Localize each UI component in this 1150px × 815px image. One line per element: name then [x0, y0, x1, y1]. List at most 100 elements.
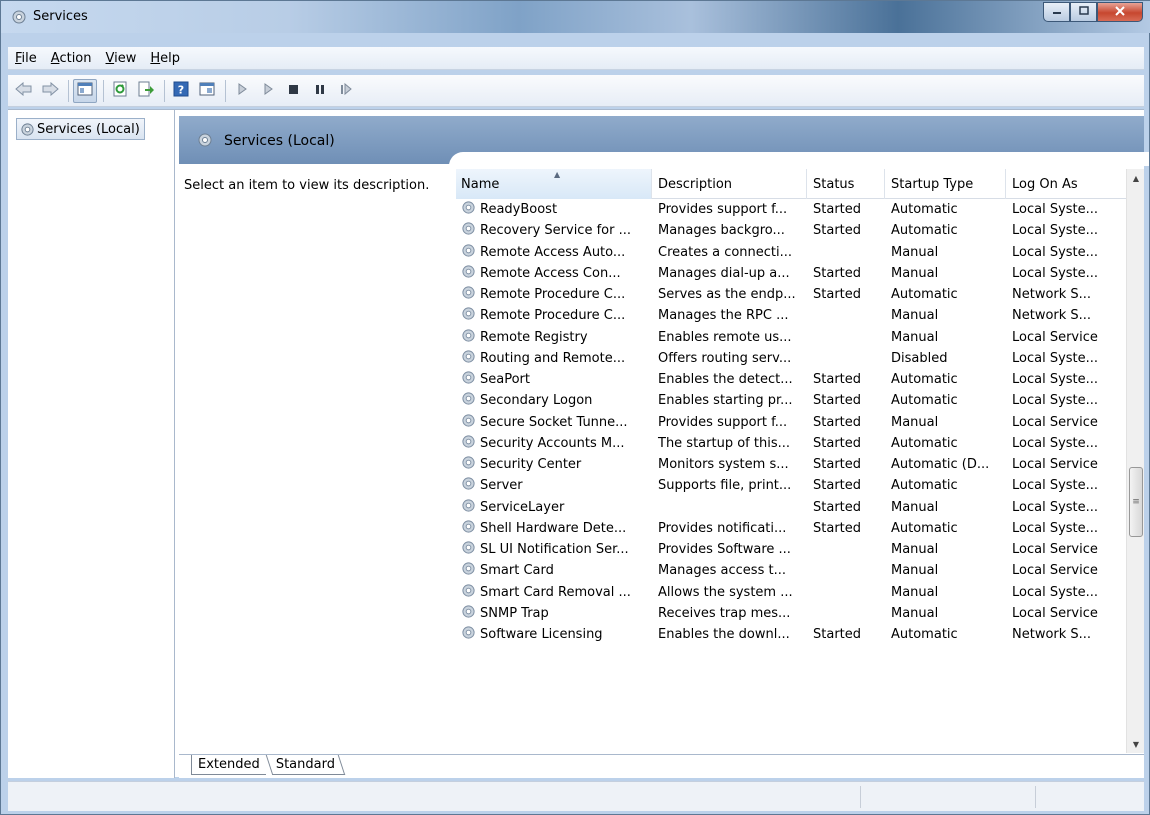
cell-log-on-as: Local Syste... [1012, 244, 1099, 260]
service-name: Remote Procedure C... [480, 287, 626, 303]
cell-log-on-as: Network S... [1012, 287, 1092, 303]
service-name: Remote Procedure C... [480, 308, 626, 324]
export-list-button[interactable] [134, 79, 158, 103]
refresh-icon [112, 81, 128, 101]
cell-status: Started [813, 393, 862, 409]
cell-name: Security Accounts M... [456, 434, 652, 453]
service-name: SL UI Notification Ser... [480, 542, 629, 558]
table-row[interactable]: Shell Hardware Dete... Provides notificat… [456, 518, 1126, 539]
grip-icon: ≡ [1132, 497, 1140, 507]
table-row[interactable]: Security Center Monitors system s... Start… [456, 454, 1126, 475]
scroll-up-button[interactable]: ▲ [1127, 169, 1145, 187]
column-header-status[interactable]: Status [807, 169, 885, 199]
cell-startup-type: Automatic [891, 627, 958, 643]
svg-text:?: ? [178, 83, 184, 96]
table-row[interactable]: Smart Card Manages access t... Manual Local… [456, 560, 1126, 581]
show-hide-tree-button[interactable] [73, 78, 97, 103]
table-row[interactable]: ReadyBoost Provides support f... Started Au… [456, 199, 1126, 220]
table-row[interactable]: Remote Access Auto... Creates a connecti.… [456, 242, 1126, 263]
column-header-name[interactable]: Name ▲ [456, 169, 652, 199]
toolbar-separator [164, 79, 165, 102]
resume-service-button[interactable] [334, 79, 358, 103]
cell-name: Smart Card Removal ... [456, 583, 652, 602]
table-row[interactable]: Remote Access Con... Manages dial-up a...… [456, 263, 1126, 284]
stop-service-button[interactable] [282, 79, 306, 103]
cell-log-on-as: Local Service [1012, 457, 1098, 473]
service-name: Remote Access Con... [480, 265, 621, 281]
table-row[interactable]: Recovery Service for ... Manages backgro.… [456, 220, 1126, 241]
cell-log-on-as: Local Syste... [1012, 478, 1099, 494]
cell-startup-type: Manual [891, 563, 939, 579]
menu-file[interactable]: File [8, 51, 44, 66]
table-row[interactable]: Software Licensing Enables the downl... St… [456, 624, 1126, 645]
column-header-description[interactable]: Description [652, 169, 807, 199]
table-row[interactable]: Server Supports file, print... Started Auto… [456, 475, 1126, 496]
cell-log-on-as: Local Service [1012, 563, 1098, 579]
service-name: Remote Access Auto... [480, 244, 626, 260]
service-gear-icon [461, 476, 476, 495]
table-row[interactable]: Remote Registry Enables remote us... Manua… [456, 327, 1126, 348]
status-divider [1035, 786, 1036, 808]
maximize-button[interactable] [1070, 2, 1097, 22]
service-name: Shell Hardware Dete... [480, 520, 627, 536]
description-prompt: Select an item to view its description. [184, 178, 430, 193]
cell-description: Provides support f... [658, 414, 788, 430]
menu-action[interactable]: Action [44, 51, 99, 66]
scrollbar-thumb[interactable]: ≡ [1129, 467, 1143, 537]
forward-button[interactable] [38, 79, 62, 103]
menu-view[interactable]: View [99, 51, 144, 66]
cell-name: Remote Access Con... [456, 264, 652, 283]
toolbar-separator [103, 79, 104, 102]
column-header-log-on-as[interactable]: Log On As [1006, 169, 1126, 199]
table-row[interactable]: Remote Procedure C... Manages the RPC ...… [456, 305, 1126, 326]
back-button[interactable] [12, 79, 36, 103]
services-table: Name ▲ Description Status Startup Type L… [456, 169, 1126, 753]
close-button[interactable] [1097, 2, 1143, 22]
properties-button[interactable] [195, 79, 219, 103]
scroll-down-button[interactable]: ▼ [1127, 735, 1145, 753]
start-service-button[interactable] [230, 79, 254, 103]
table-row[interactable]: Routing and Remote... Offers routing serv… [456, 348, 1126, 369]
table-row[interactable]: SL UI Notification Ser... Provides Softwa… [456, 539, 1126, 560]
cell-log-on-as: Network S... [1012, 627, 1092, 643]
cell-startup-type: Manual [891, 584, 939, 600]
table-row[interactable]: Smart Card Removal ... Allows the system … [456, 582, 1126, 603]
start-service-alt-button[interactable] [256, 79, 280, 103]
cell-description: Monitors system s... [658, 457, 789, 473]
cell-startup-type: Automatic [891, 202, 958, 218]
minimize-button[interactable] [1043, 2, 1070, 22]
maximize-icon [1078, 5, 1090, 19]
cell-startup-type: Automatic [891, 372, 958, 388]
tab-extended[interactable]: Extended [191, 755, 266, 775]
table-row[interactable]: Secure Socket Tunne... Provides support f… [456, 412, 1126, 433]
cell-status: Started [813, 202, 862, 218]
column-header-startup-type[interactable]: Startup Type [885, 169, 1006, 199]
service-gear-icon [461, 498, 476, 517]
table-row[interactable]: Secondary Logon Enables starting pr... Sta… [456, 390, 1126, 411]
tree-item-services-local[interactable]: Services (Local) [16, 118, 145, 140]
cell-description: Manages backgro... [658, 223, 785, 239]
table-row[interactable]: ServiceLayer Started Manual Local Syste... [456, 497, 1126, 518]
cell-log-on-as: Local Syste... [1012, 520, 1099, 536]
service-name: ReadyBoost [480, 202, 558, 218]
cell-startup-type: Automatic [891, 520, 958, 536]
tab-standard[interactable]: Standard [265, 755, 346, 775]
table-row[interactable]: SNMP Trap Receives trap mes... Manual Local… [456, 603, 1126, 624]
table-row[interactable]: SeaPort Enables the detect... Started Autom… [456, 369, 1126, 390]
table-row[interactable]: Security Accounts M... The startup of thi… [456, 433, 1126, 454]
scroll-down-icon: ▼ [1132, 739, 1140, 749]
cell-status: Started [813, 435, 862, 451]
vertical-scrollbar[interactable]: ▲ ≡ ▼ [1126, 169, 1144, 753]
pause-service-button[interactable] [308, 79, 332, 103]
service-gear-icon [461, 200, 476, 219]
menu-help[interactable]: Help [143, 51, 187, 66]
title-bar[interactable]: Services [1, 1, 1150, 33]
toolbar: ? [8, 75, 1144, 107]
cell-log-on-as: Local Syste... [1012, 393, 1099, 409]
service-gear-icon [461, 285, 476, 304]
refresh-button[interactable] [108, 79, 132, 103]
help-button[interactable]: ? [169, 79, 193, 103]
table-row[interactable]: Remote Procedure C... Serves as the endp.… [456, 284, 1126, 305]
cell-startup-type: Manual [891, 499, 939, 515]
cell-log-on-as: Local Syste... [1012, 350, 1099, 366]
